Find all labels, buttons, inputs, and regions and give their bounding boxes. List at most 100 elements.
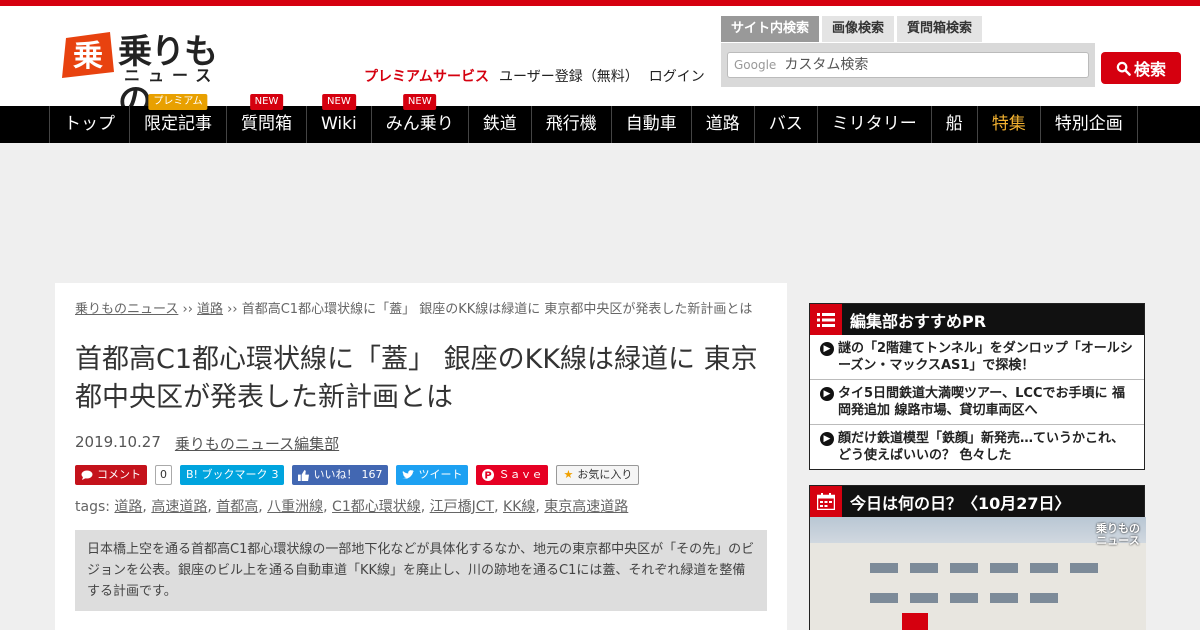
site-logo[interactable]: 乗 乗りもの ニュース <box>58 24 228 121</box>
nav-item[interactable]: 自動車 <box>612 106 692 143</box>
tag-link[interactable]: 八重洲線 <box>267 499 323 515</box>
article-date: 2019.10.27 <box>75 433 161 451</box>
today-photo[interactable]: 乗りもの ニュース <box>810 517 1146 630</box>
breadcrumb-category[interactable]: 道路 <box>197 302 223 317</box>
pinterest-icon: P <box>482 469 495 481</box>
tag-link[interactable]: C1都心環状線 <box>332 499 421 515</box>
nav-item[interactable]: バス <box>755 106 818 143</box>
nav-item-label: トップ <box>64 114 115 134</box>
comment-count: 0 <box>155 465 172 485</box>
pr-item[interactable]: ▶ 顔だけ鉄道模型「鉄顔」新発売…ていうかこれ、どう使えばいいの？ 色々した <box>810 424 1144 469</box>
save-label: Ｓａｖｅ <box>498 468 543 481</box>
arrow-right-icon: ▶ <box>820 432 834 446</box>
photo-window <box>910 563 938 573</box>
nav-item[interactable]: プレミアム 限定記事 <box>130 94 227 143</box>
article-title: 首都高C1都心環状線に「蓋」 銀座のKK線は緑道に 東京都中央区が発表した新計画… <box>75 344 758 413</box>
hatena-bookmark-button[interactable]: B! ブックマーク 3 <box>180 465 285 485</box>
breadcrumb: 乗りものニュース ›› 道路 ›› 首都高C1都心環状線に「蓋」 銀座のKK線は… <box>75 301 767 319</box>
tag-link[interactable]: KK線 <box>503 499 535 515</box>
nav-item[interactable]: NEW Wiki <box>307 94 372 143</box>
photo-window <box>990 563 1018 573</box>
search-input[interactable]: Google カスタム検索 <box>727 52 1089 78</box>
nav-item[interactable]: NEW 質問箱 <box>227 94 307 143</box>
tab-image-search[interactable]: 画像検索 <box>822 16 895 42</box>
photo-window <box>870 563 898 573</box>
photo-window <box>910 593 938 603</box>
nav-badge: NEW <box>402 94 437 110</box>
nav-item[interactable]: 船 <box>932 106 978 143</box>
tab-question-search[interactable]: 質問箱検索 <box>897 16 983 42</box>
search-button[interactable]: 検索 <box>1101 52 1181 84</box>
user-register-link[interactable]: ユーザー登録（無料） <box>499 66 639 86</box>
pr-box-header: 編集部おすすめPR <box>810 304 1144 335</box>
nav-badge: プレミアム <box>148 94 208 110</box>
arrow-right-icon: ▶ <box>820 342 834 356</box>
nav-item-label: ミリタリー <box>831 114 917 134</box>
premium-service-link[interactable]: プレミアムサービス <box>364 66 489 86</box>
nav-item-label: 自動車 <box>625 114 677 134</box>
like-label: いいね！ <box>313 468 358 481</box>
tag-link[interactable]: 東京高速道路 <box>544 499 628 515</box>
nav-item[interactable]: 飛行機 <box>532 106 612 143</box>
photo-building <box>810 543 1146 630</box>
favorite-button[interactable]: ★ お気に入り <box>556 465 640 485</box>
breadcrumb-home[interactable]: 乗りものニュース <box>75 302 178 317</box>
photo-window <box>950 563 978 573</box>
list-icon <box>810 304 842 335</box>
article-lead: 日本橋上空を通る首都高C1都心環状線の一部地下化などが具体化するなか、地元の東京… <box>75 530 767 611</box>
article-author-link[interactable]: 乗りものニュース編集部 <box>175 433 339 454</box>
pr-item-label: 顔だけ鉄道模型「鉄顔」新発売…ていうかこれ、どう使えばいいの？ 色々した <box>838 431 1125 463</box>
header-links: プレミアムサービス ユーザー登録（無料） ログイン <box>364 66 705 86</box>
pr-item[interactable]: ▶ タイ5日間鉄道大満喫ツアー、LCCでお手頃に 福岡発追加 線路市場、貸切車両区… <box>810 379 1144 424</box>
tweet-button[interactable]: ツイート <box>396 465 469 485</box>
photo-window <box>870 593 898 603</box>
breadcrumb-separator: ›› <box>223 302 242 317</box>
like-count: 167 <box>361 468 383 481</box>
nav-item[interactable]: 鉄道 <box>469 106 532 143</box>
tag-link[interactable]: 道路 <box>114 499 142 515</box>
breadcrumb-separator: ›› <box>178 302 198 317</box>
photo-window <box>990 593 1018 603</box>
nav-item-label: みん乗り <box>385 114 454 134</box>
pinterest-save-button[interactable]: P Ｓａｖｅ <box>476 465 549 485</box>
nav-item[interactable]: 特別企画 <box>1041 106 1138 143</box>
hatena-label: B! ブックマーク <box>186 468 268 481</box>
global-nav: トップ プレミアム 限定記事 NEW 質問箱 NEW Wiki NEW みん乗り 鉄道 飛行機 自動車… <box>0 94 1200 143</box>
facebook-like-button[interactable]: いいね！ 167 <box>292 465 389 485</box>
article-tags: tags: 道路, 高速道路, 首都高, 八重洲線, C1都心環状線, 江戸橋J… <box>75 496 767 516</box>
speech-bubble-icon <box>81 470 93 480</box>
nav-item[interactable]: ミリタリー <box>818 106 932 143</box>
photo-window <box>1070 563 1098 573</box>
arrow-right-icon: ▶ <box>820 387 834 401</box>
nav-item-label: 質問箱 <box>241 114 292 134</box>
thumbs-up-icon <box>298 469 310 481</box>
search-placeholder: カスタム検索 <box>784 57 869 73</box>
pr-item-label: タイ5日間鉄道大満喫ツアー、LCCでお手頃に 福岡発追加 線路市場、貸切車両区へ <box>838 386 1126 418</box>
nav-badge: NEW <box>249 94 284 110</box>
today-box-title: 今日は何の日？〈10月27日〉 <box>850 493 1071 513</box>
photo-window <box>1030 563 1058 573</box>
article-meta: 2019.10.27 乗りものニュース編集部 <box>75 433 767 454</box>
tab-site-search[interactable]: サイト内検索 <box>721 16 820 42</box>
logo-sub-text: ニュース <box>124 66 220 85</box>
pr-box-title: 編集部おすすめPR <box>850 311 987 331</box>
tag-link[interactable]: 首都高 <box>216 499 258 515</box>
search-icon <box>1116 61 1131 76</box>
nav-item-label: 特別企画 <box>1054 114 1123 134</box>
hatena-count: 3 <box>271 468 279 481</box>
google-label: Google <box>734 58 777 72</box>
login-link[interactable]: ログイン <box>649 66 705 86</box>
comment-button[interactable]: コメント <box>75 465 147 485</box>
tag-link[interactable]: 高速道路 <box>151 499 207 515</box>
nav-item[interactable]: トップ <box>50 106 130 143</box>
nav-item-label: 飛行機 <box>545 114 597 134</box>
svg-text:乗: 乗 <box>73 39 103 74</box>
nav-item[interactable]: NEW みん乗り <box>372 94 469 143</box>
search-button-label: 検索 <box>1133 60 1166 79</box>
nav-item[interactable]: 道路 <box>692 106 755 143</box>
nav-item[interactable]: 特集 <box>978 106 1041 143</box>
tag-link[interactable]: 江戸橋JCT <box>430 499 494 515</box>
photo-window <box>950 593 978 603</box>
pr-items: ▶ 謎の「2階建てトンネル」をダンロップ「オールシーズン・マックスAS1」で探検！… <box>810 335 1144 469</box>
pr-item[interactable]: ▶ 謎の「2階建てトンネル」をダンロップ「オールシーズン・マックスAS1」で探検！ <box>810 335 1144 379</box>
